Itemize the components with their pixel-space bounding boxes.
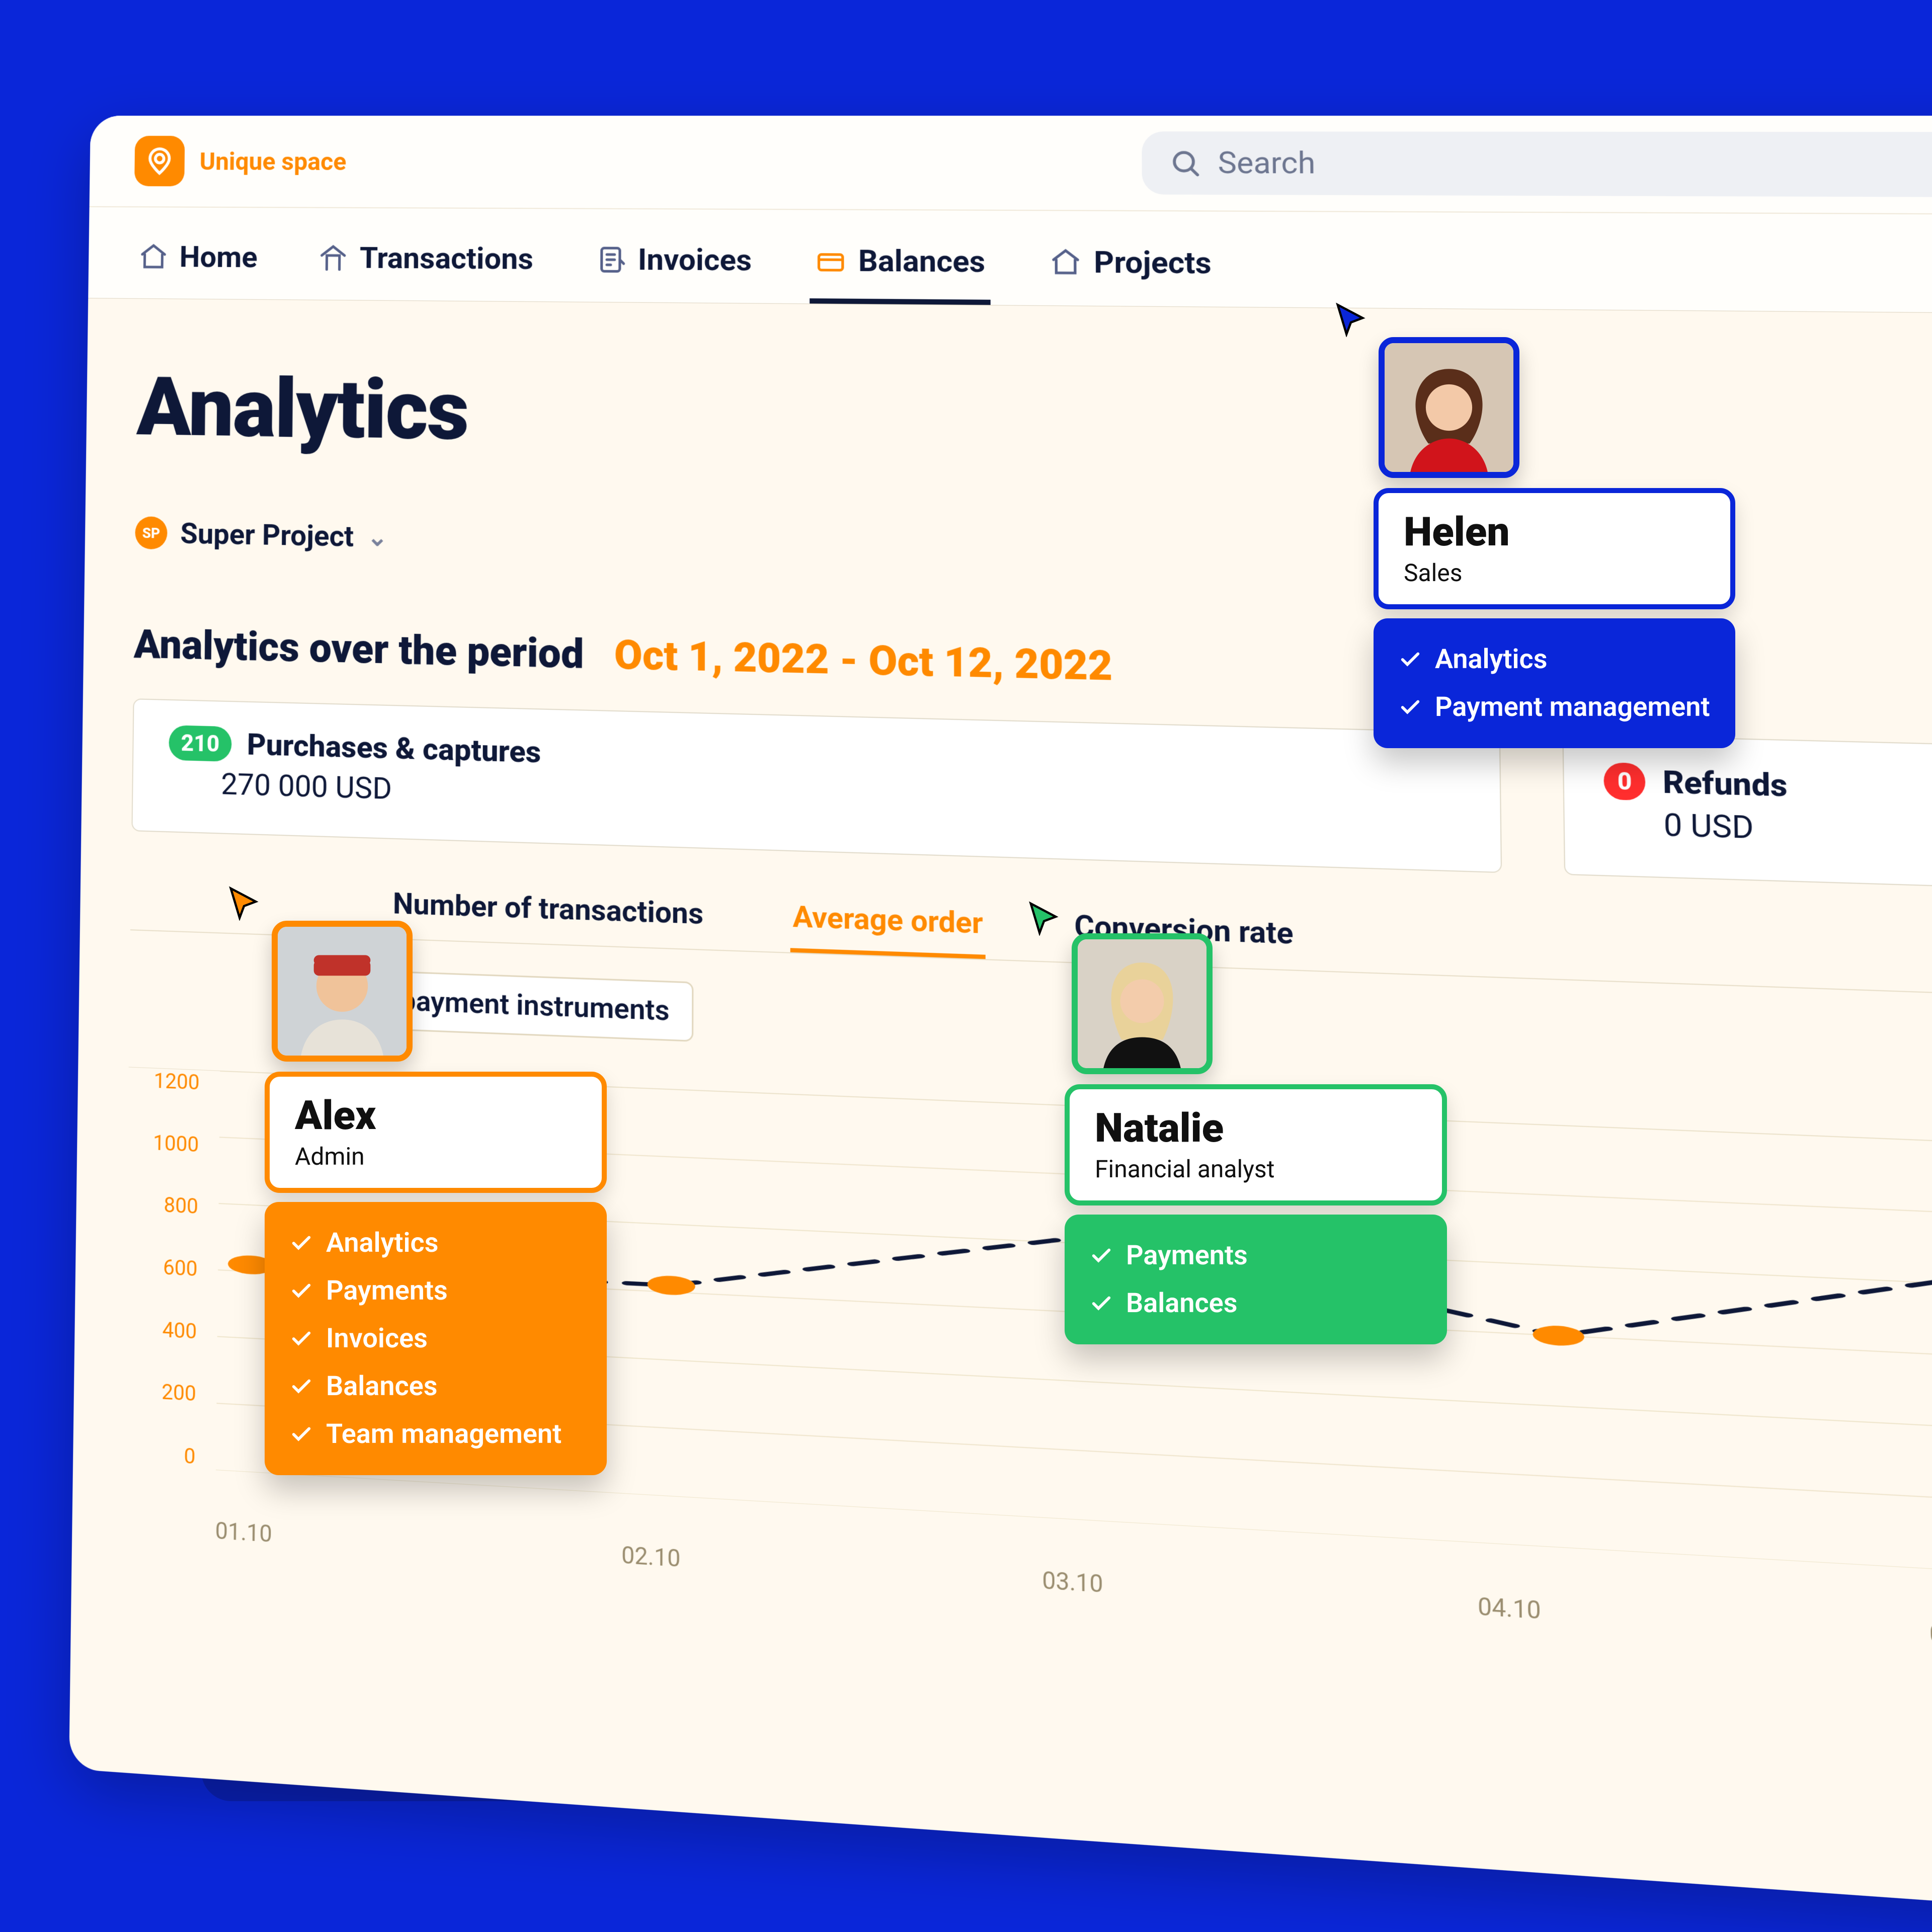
persona-role: Financial analyst: [1095, 1155, 1417, 1183]
transactions-icon: [318, 243, 349, 273]
tab-label: Transactions: [360, 241, 533, 277]
kpi-value: 0 USD: [1663, 807, 1932, 852]
persona-card: Helen Sales: [1374, 488, 1735, 609]
tab-balances[interactable]: Balances: [810, 233, 991, 305]
period-range: Oct 1, 2022 - Oct 12, 2022: [614, 631, 1113, 691]
brand-logo-icon: [134, 136, 185, 186]
check-icon: [290, 1327, 313, 1350]
tab-transactions[interactable]: Transactions: [312, 230, 538, 301]
balances-icon: [815, 246, 847, 277]
tab-invoices[interactable]: Invoices: [590, 232, 757, 303]
search-placeholder: Search: [1218, 145, 1315, 182]
persona-name: Natalie: [1095, 1104, 1417, 1152]
cursor-icon: [226, 886, 262, 921]
search-icon: [1169, 147, 1201, 179]
chevron-down-icon: ⌄: [367, 522, 387, 552]
check-icon: [290, 1375, 313, 1398]
check-icon: [1399, 696, 1422, 719]
check-icon: [1090, 1292, 1113, 1315]
tab-home[interactable]: Home: [133, 229, 263, 299]
persona-permissions: Analytics Payment management: [1374, 618, 1735, 748]
kpi-badge: 210: [169, 725, 232, 762]
cursor-icon: [1333, 302, 1369, 337]
period-prefix: Analytics over the period: [133, 621, 584, 678]
persona-name: Helen: [1404, 508, 1705, 555]
persona-role: Sales: [1404, 558, 1705, 587]
kpi-name: Purchases & captures: [247, 727, 541, 770]
projects-icon: [1050, 247, 1082, 278]
main-tabs: Home Transactions Invoices Balances Proj…: [88, 207, 1932, 313]
persona-name: Alex: [295, 1092, 577, 1139]
check-icon: [290, 1423, 313, 1446]
project-badge: SP: [135, 516, 168, 549]
tab-label: Home: [179, 240, 258, 275]
check-icon: [290, 1279, 313, 1303]
persona-helen: Helen Sales Analytics Payment management: [1379, 337, 1735, 748]
tab-label: Projects: [1094, 245, 1212, 281]
subtab-avg-order[interactable]: Average order: [790, 889, 985, 959]
avatar: [272, 921, 413, 1062]
persona-card: Alex Admin: [265, 1072, 607, 1193]
tab-label: Invoices: [638, 243, 752, 278]
kpi-name: Refunds: [1662, 764, 1788, 804]
brand-name: Unique space: [199, 147, 346, 176]
persona-card: Natalie Financial analyst: [1065, 1084, 1447, 1205]
kpi-card-refunds[interactable]: 0 Refunds 0 USD: [1562, 734, 1932, 888]
avatar: [1072, 933, 1213, 1074]
invoices-icon: [595, 244, 626, 275]
tab-label: Balances: [858, 244, 985, 280]
persona-natalie: Natalie Financial analyst Payments Balan…: [1072, 933, 1447, 1344]
avatar: [1379, 337, 1519, 478]
cursor-icon: [1026, 901, 1062, 936]
home-icon: [138, 242, 169, 272]
tab-projects[interactable]: Projects: [1044, 234, 1217, 307]
persona-permissions: Payments Balances: [1065, 1215, 1447, 1344]
check-icon: [1399, 648, 1422, 671]
persona-permissions: Analytics Payments Invoices Balances Tea…: [265, 1202, 607, 1475]
search-input[interactable]: Search: [1142, 131, 1932, 197]
brand[interactable]: Unique space: [134, 136, 347, 187]
check-icon: [1090, 1244, 1113, 1267]
chart-y-axis: 1200 1000 800 600 400 200 0: [124, 1067, 205, 1469]
kpi-card-purchases[interactable]: 210 Purchases & captures 270 000 USD: [131, 698, 1502, 873]
kpi-badge: 0: [1603, 762, 1646, 800]
persona-role: Admin: [295, 1142, 577, 1171]
check-icon: [290, 1232, 313, 1255]
project-name: Super Project: [180, 517, 354, 553]
persona-alex: Alex Admin Analytics Payments Invoices B…: [272, 921, 607, 1475]
topbar: Unique space Search: [90, 116, 1932, 215]
